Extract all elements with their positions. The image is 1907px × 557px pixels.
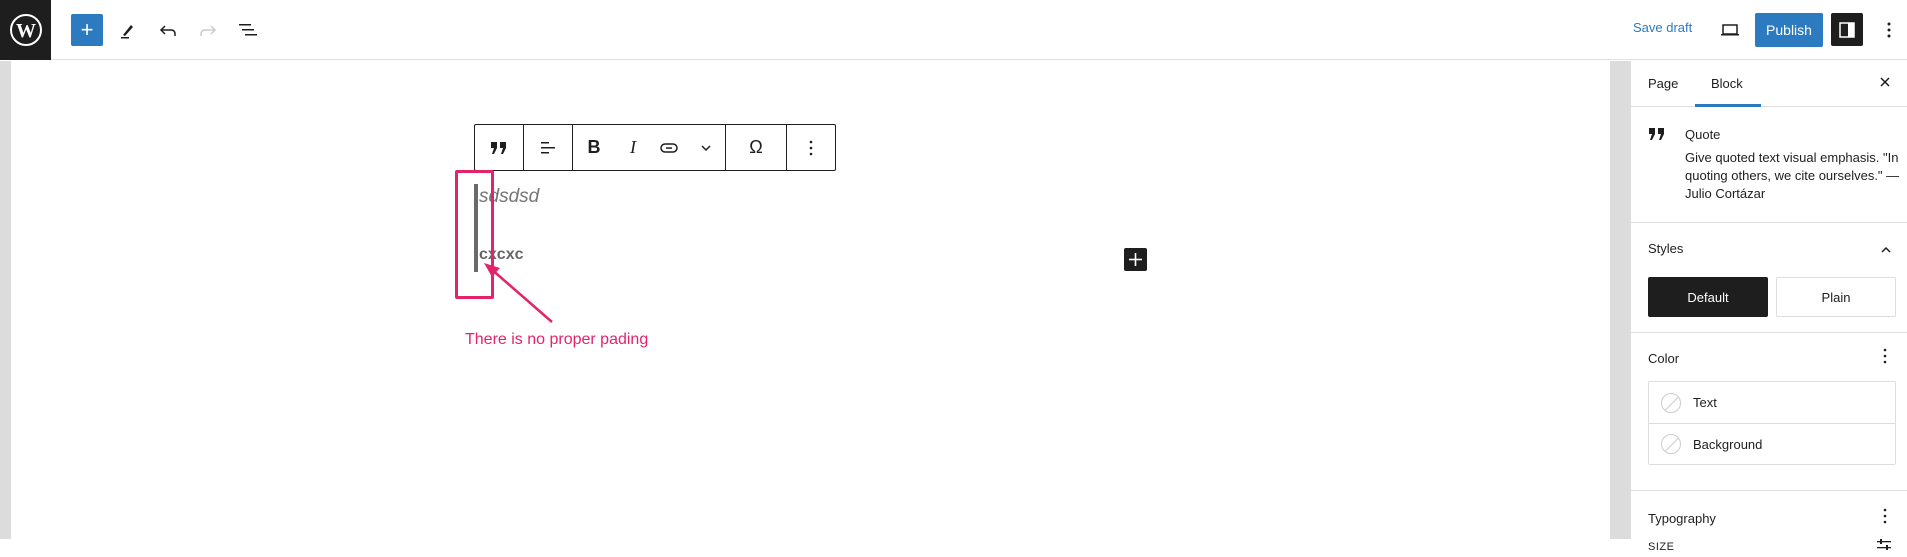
- annotation-text: There is no proper pading: [465, 331, 649, 348]
- preview-button[interactable]: [1714, 14, 1746, 46]
- tab-page[interactable]: Page: [1648, 76, 1678, 91]
- sidebar-tabs: Page Block: [1631, 61, 1907, 107]
- tools-button[interactable]: [112, 14, 144, 46]
- settings-button[interactable]: [1831, 13, 1863, 46]
- annotation-arrow: [484, 263, 553, 323]
- plus-icon: +: [80, 17, 94, 42]
- wordpress-icon: W: [9, 14, 42, 46]
- options-menu-button[interactable]: [1873, 14, 1905, 46]
- options-group: [787, 125, 835, 170]
- size-label: SIZE: [1648, 541, 1675, 553]
- bold-button[interactable]: B: [573, 125, 615, 170]
- kebab-icon: [809, 140, 813, 155]
- kebab-icon: [1883, 508, 1887, 524]
- redo-icon: [200, 25, 217, 36]
- block-inserter-button[interactable]: [1124, 248, 1147, 271]
- add-block-button[interactable]: +: [71, 14, 103, 46]
- more-formats-button[interactable]: [687, 125, 725, 170]
- format-group: B I: [573, 125, 726, 170]
- plus-icon: [1129, 253, 1142, 266]
- kebab-icon: [1883, 348, 1887, 364]
- redo-button[interactable]: [192, 14, 224, 46]
- block-card-title: Quote: [1685, 127, 1721, 142]
- quote-icon: [1648, 127, 1666, 146]
- align-button[interactable]: [524, 125, 572, 170]
- publish-button[interactable]: Publish: [1755, 13, 1823, 47]
- svg-text:W: W: [16, 20, 36, 42]
- color-options-button[interactable]: [1882, 347, 1888, 370]
- quote-icon: [491, 141, 506, 154]
- block-options-button[interactable]: [787, 125, 835, 170]
- link-button[interactable]: [651, 125, 687, 170]
- block-toolbar: B I Ω: [474, 124, 836, 171]
- pencil-icon: [121, 25, 133, 39]
- color-item-label: Text: [1693, 395, 1717, 410]
- special-char-group: Ω: [726, 125, 787, 170]
- empty-swatch-icon: [1661, 392, 1681, 413]
- sidebar-icon: [1839, 21, 1855, 38]
- color-panel-title: Color: [1648, 351, 1680, 366]
- style-plain-button[interactable]: Plain: [1776, 277, 1896, 317]
- save-draft-button[interactable]: Save draft: [1633, 20, 1692, 35]
- close-sidebar-button[interactable]: [1878, 73, 1892, 94]
- typography-options-button[interactable]: [1882, 507, 1888, 530]
- color-list: Text Background: [1648, 381, 1896, 465]
- undo-icon: [159, 25, 176, 36]
- empty-swatch-icon: [1661, 434, 1681, 454]
- wordpress-logo[interactable]: W: [0, 0, 51, 60]
- laptop-icon: [1721, 24, 1739, 36]
- settings-sidebar: Page Block Quote Give quoted text visual…: [1631, 61, 1907, 553]
- typography-panel: Typography SIZE: [1631, 491, 1907, 553]
- typography-panel-title: Typography: [1648, 511, 1716, 526]
- document-overview-button[interactable]: [232, 14, 264, 46]
- chevron-up-icon: [1881, 246, 1891, 253]
- undo-button[interactable]: [152, 14, 184, 46]
- block-card-description: Give quoted text visual emphasis. "In qu…: [1685, 150, 1900, 201]
- styles-collapse-button[interactable]: [1880, 241, 1892, 259]
- special-character-button[interactable]: Ω: [726, 125, 786, 170]
- styles-panel-title[interactable]: Styles: [1648, 241, 1683, 256]
- color-item-background[interactable]: Background: [1649, 423, 1895, 464]
- block-type-group: [475, 125, 524, 170]
- styles-panel: Styles Default Plain: [1631, 223, 1907, 333]
- block-card: Quote Give quoted text visual emphasis. …: [1631, 107, 1907, 223]
- canvas-gutter-left: [0, 61, 11, 539]
- close-icon: [1880, 77, 1890, 87]
- kebab-icon: [1887, 22, 1891, 38]
- chevron-down-icon: [701, 144, 711, 151]
- color-panel: Color Text Background: [1631, 333, 1907, 491]
- color-item-text[interactable]: Text: [1649, 382, 1895, 423]
- settings-sliders-icon: [1877, 539, 1891, 550]
- link-icon: [660, 142, 678, 153]
- editor-header: W + Save draft Publish: [0, 0, 1907, 60]
- italic-button[interactable]: I: [615, 125, 651, 170]
- color-item-label: Background: [1693, 436, 1763, 452]
- list-view-icon: [239, 24, 257, 36]
- align-left-icon: [541, 141, 555, 153]
- custom-size-button[interactable]: [1876, 538, 1892, 557]
- style-default-button[interactable]: Default: [1648, 277, 1768, 317]
- tab-block[interactable]: Block: [1711, 76, 1743, 91]
- canvas-gutter-right: [1610, 61, 1631, 539]
- quote-block-button[interactable]: [475, 125, 523, 170]
- align-group: [524, 125, 573, 170]
